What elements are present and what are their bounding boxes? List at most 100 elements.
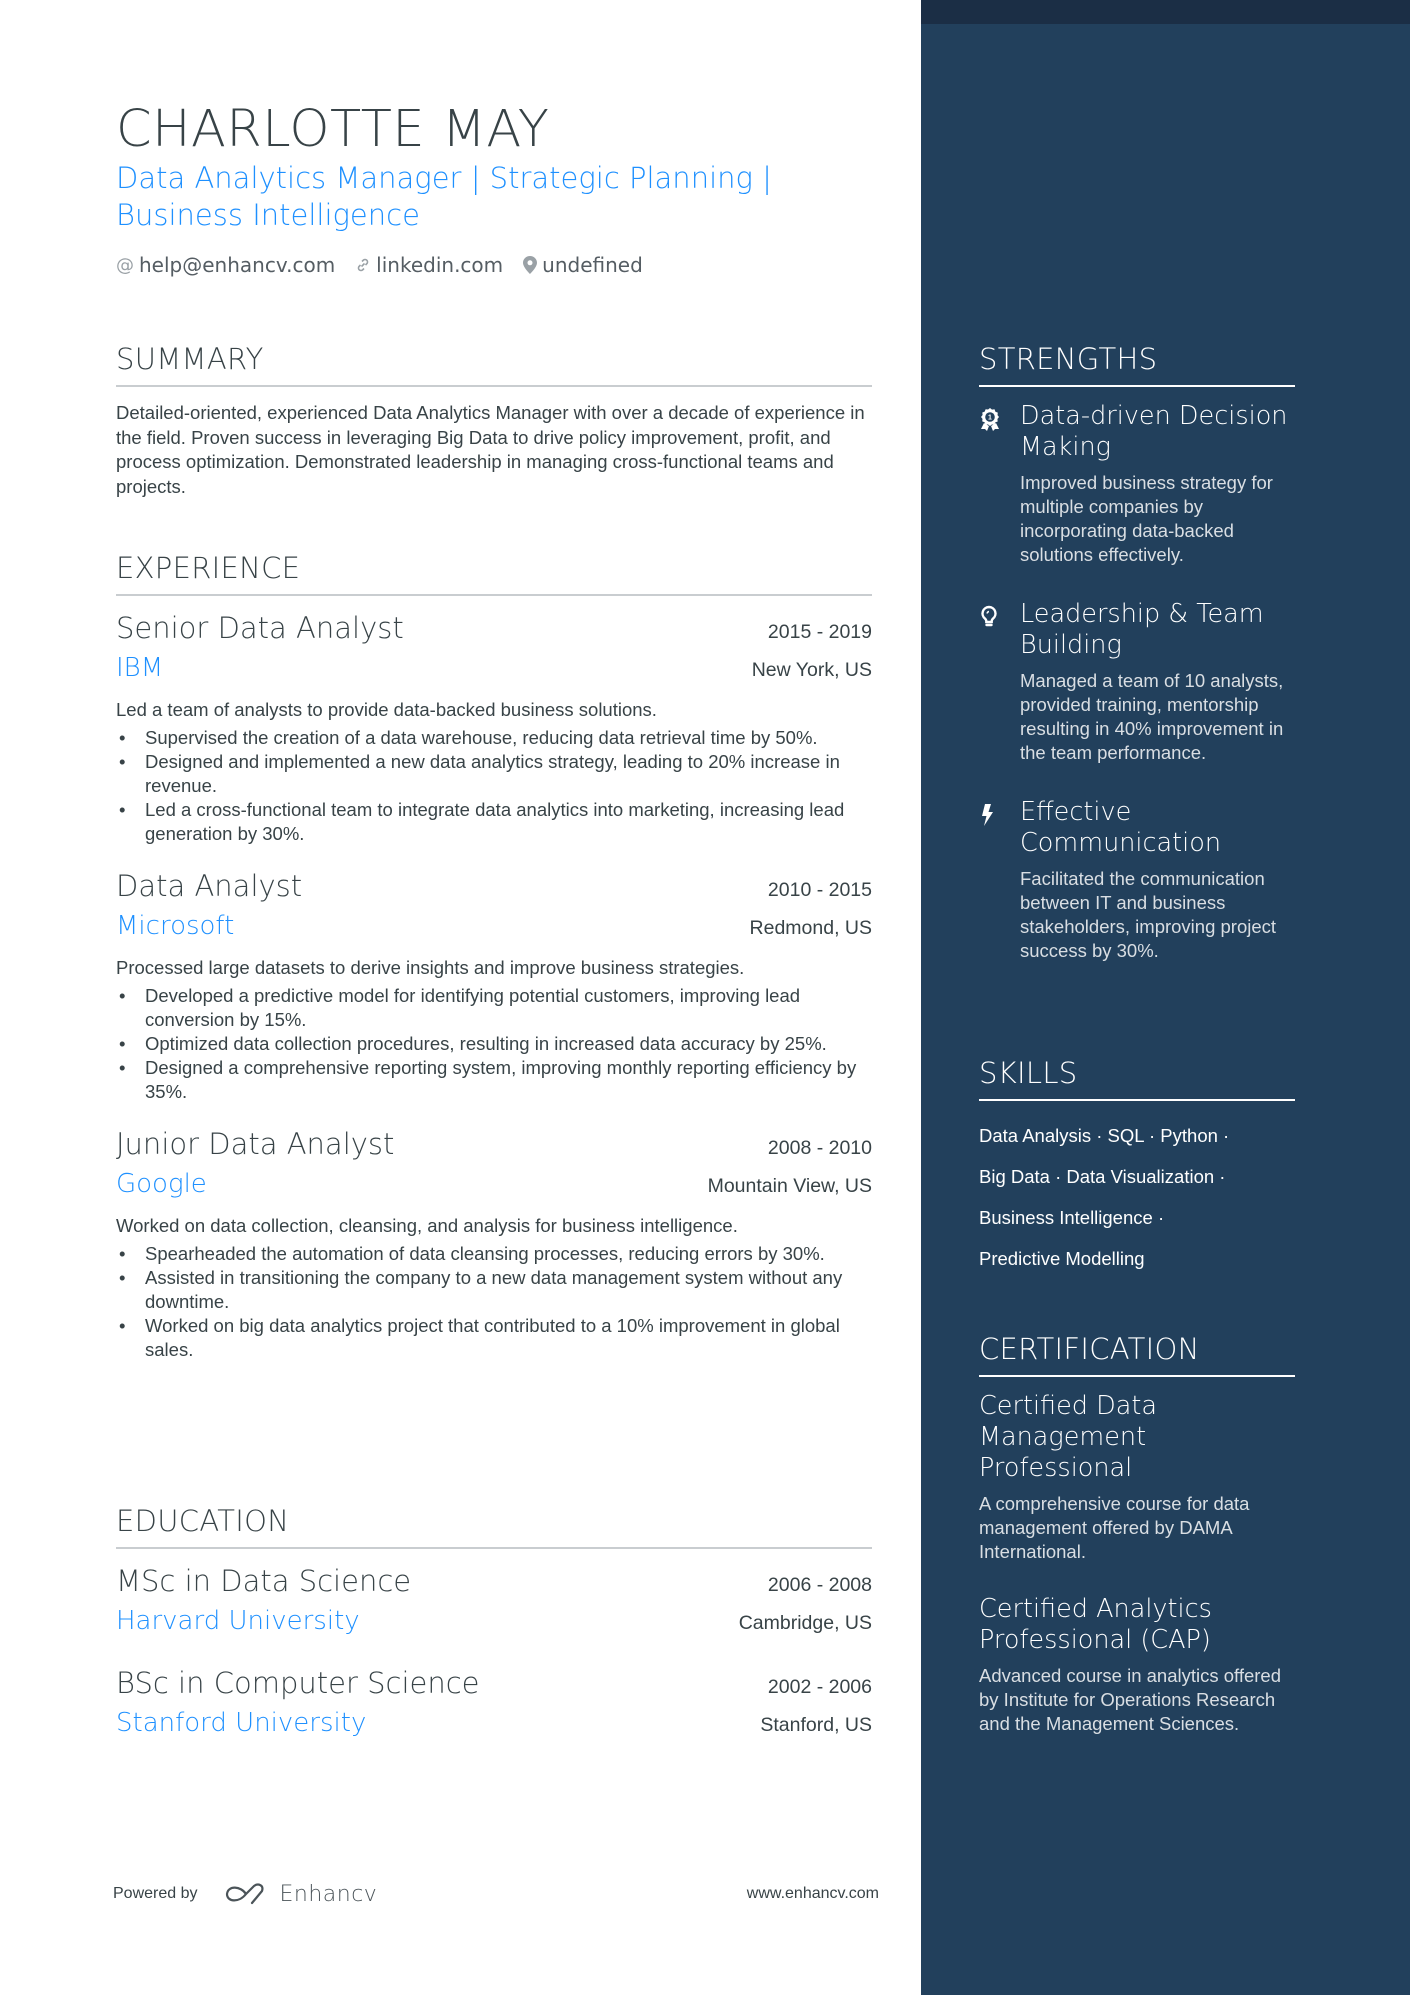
summary-divider [116, 385, 872, 387]
enhancv-logo-text: Enhancv [279, 1881, 378, 1907]
link-icon [355, 257, 371, 273]
skill-line: Business Intelligence · [979, 1207, 1165, 1228]
strengths-divider [979, 385, 1295, 387]
strength-item: Leadership & Team Building Managed a tea… [979, 599, 1295, 765]
job-bullet: Spearheaded the automation of data clean… [116, 1242, 872, 1266]
job-entry: Senior Data Analyst 2015 - 2019 IBM New … [116, 608, 872, 846]
job-location: Redmond, US [749, 917, 872, 939]
job-bullet: Developed a predictive model for identif… [116, 984, 872, 1032]
job-bullet: Designed and implemented a new data anal… [116, 750, 872, 798]
job-dates: 2010 - 2015 [767, 879, 872, 901]
award-ribbon-icon: 1 [979, 401, 1020, 567]
skills-divider [979, 1099, 1295, 1101]
skills-list: Data Analysis · SQL · Python · Big Data … [979, 1115, 1295, 1279]
degree-name: MSc in Data Science [116, 1564, 412, 1598]
certification-description: A comprehensive course for data manageme… [979, 1493, 1250, 1562]
job-title: Data Analyst [116, 869, 303, 903]
skill-line: Predictive Modelling [979, 1248, 1145, 1269]
degree-name: BSc in Computer Science [116, 1666, 480, 1700]
education-location: Cambridge, US [738, 1612, 872, 1634]
strength-description: Improved business strategy for multiple … [1020, 472, 1273, 565]
job-bullets: Spearheaded the automation of data clean… [116, 1242, 872, 1362]
enhancv-logo-icon [225, 1883, 263, 1905]
sidebar-top-strip [921, 0, 1410, 24]
strengths-heading: STRENGTHS [979, 342, 1158, 376]
contact-location: undefined [523, 253, 643, 277]
lightbulb-icon [979, 599, 1020, 765]
contact-email[interactable]: @ help@enhancv.com [116, 253, 335, 277]
job-bullet: Led a cross-functional team to integrate… [116, 798, 872, 846]
school-name: Stanford University [116, 1708, 367, 1738]
job-bullets: Supervised the creation of a data wareho… [116, 726, 872, 846]
education-entry: BSc in Computer Science 2002 - 2006 Stan… [116, 1663, 872, 1741]
candidate-title-line-1: Data Analytics Manager | Strategic Plann… [116, 161, 772, 195]
strength-item: Effective Communication Facilitated the … [979, 797, 1295, 963]
education-location: Stanford, US [760, 1714, 872, 1736]
powered-by-label: Powered by [113, 1885, 198, 1902]
experience-heading: EXPERIENCE [116, 551, 301, 585]
summary-heading: SUMMARY [116, 342, 264, 376]
certification-title: Certified Analytics Professional (CAP) [979, 1594, 1212, 1655]
strength-description: Managed a team of 10 analysts, provided … [1020, 670, 1284, 763]
job-location: Mountain View, US [707, 1175, 872, 1197]
job-dates: 2015 - 2019 [767, 621, 872, 643]
certification-item: Certified Analytics Professional (CAP) A… [979, 1594, 1295, 1736]
location-pin-icon [523, 256, 538, 274]
enhancv-logo[interactable]: Enhancv [224, 1882, 378, 1907]
svg-text:1: 1 [988, 415, 992, 422]
skills-section: SKILLS Data Analysis · SQL · Python · Bi… [979, 1053, 1295, 1279]
job-bullet: Worked on big data analytics project tha… [116, 1314, 872, 1362]
contact-email-text: help@enhancv.com [139, 253, 336, 277]
website-link[interactable]: www.enhancv.com [747, 1885, 879, 1903]
skills-heading: SKILLS [979, 1056, 1078, 1090]
job-bullet: Designed a comprehensive reporting syste… [116, 1056, 872, 1104]
contact-location-text: undefined [542, 253, 643, 277]
education-dates: 2002 - 2006 [767, 1676, 872, 1698]
contact-linkedin-text: linkedin.com [376, 253, 504, 277]
job-bullets: Developed a predictive model for identif… [116, 984, 872, 1104]
strengths-section: STRENGTHS 1 Data-driven Decision Making … [979, 339, 1295, 963]
lightning-bolt-icon [979, 797, 1020, 963]
contact-info: @ help@enhancv.com linkedin.com undefine… [116, 253, 643, 277]
certification-section: CERTIFICATION Certified Data Management … [979, 1329, 1295, 1736]
powered-by: Powered by Enhancv [113, 1882, 377, 1907]
strength-title: Data-driven Decision Making [1020, 401, 1288, 462]
job-description: Worked on data collection, cleansing, an… [116, 1215, 738, 1236]
education-heading: EDUCATION [116, 1504, 290, 1538]
education-entry: MSc in Data Science 2006 - 2008 Harvard … [116, 1561, 872, 1639]
strength-description: Facilitated the communication between IT… [1020, 868, 1277, 961]
strength-title: Leadership & Team Building [1020, 599, 1264, 660]
skill-line: Data Analysis · SQL · Python · [979, 1125, 1230, 1146]
education-divider [116, 1547, 872, 1549]
education-dates: 2006 - 2008 [767, 1574, 872, 1596]
job-description: Processed large datasets to derive insig… [116, 957, 745, 978]
job-bullet: Optimized data collection procedures, re… [116, 1032, 872, 1056]
candidate-title-line-2: Business Intelligence [116, 198, 420, 232]
at-icon: @ [116, 254, 134, 276]
strength-title: Effective Communication [1020, 797, 1221, 858]
job-dates: 2008 - 2010 [767, 1137, 872, 1159]
education-section: EDUCATION MSc in Data Science 2006 - 200… [116, 1501, 872, 1741]
company-name: Google [116, 1169, 207, 1199]
experience-section: EXPERIENCE Senior Data Analyst 2015 - 20… [116, 548, 872, 1362]
job-bullet: Supervised the creation of a data wareho… [116, 726, 872, 750]
certification-divider [979, 1375, 1295, 1377]
certification-heading: CERTIFICATION [979, 1332, 1200, 1366]
school-name: Harvard University [116, 1606, 360, 1636]
job-description: Led a team of analysts to provide data-b… [116, 699, 657, 720]
candidate-name: CHARLOTTE MAY [116, 100, 550, 159]
experience-divider [116, 594, 872, 596]
footer: Powered by Enhancv www.enhancv.com [113, 1876, 879, 1912]
job-location: New York, US [751, 659, 872, 681]
job-title: Junior Data Analyst [116, 1127, 395, 1161]
company-name: Microsoft [116, 911, 235, 941]
skill-line: Big Data · Data Visualization · [979, 1166, 1226, 1187]
certification-title: Certified Data Management Professional [979, 1391, 1157, 1483]
strength-item: 1 Data-driven Decision Making Improved b… [979, 401, 1295, 567]
certification-item: Certified Data Management Professional A… [979, 1391, 1295, 1564]
summary-text: Detailed-oriented, experienced Data Anal… [116, 402, 865, 497]
job-title: Senior Data Analyst [116, 611, 404, 645]
summary-section: SUMMARY Detailed-oriented, experienced D… [116, 339, 872, 499]
contact-linkedin[interactable]: linkedin.com [355, 253, 503, 277]
candidate-title: Data Analytics Manager | Strategic Plann… [116, 160, 836, 234]
